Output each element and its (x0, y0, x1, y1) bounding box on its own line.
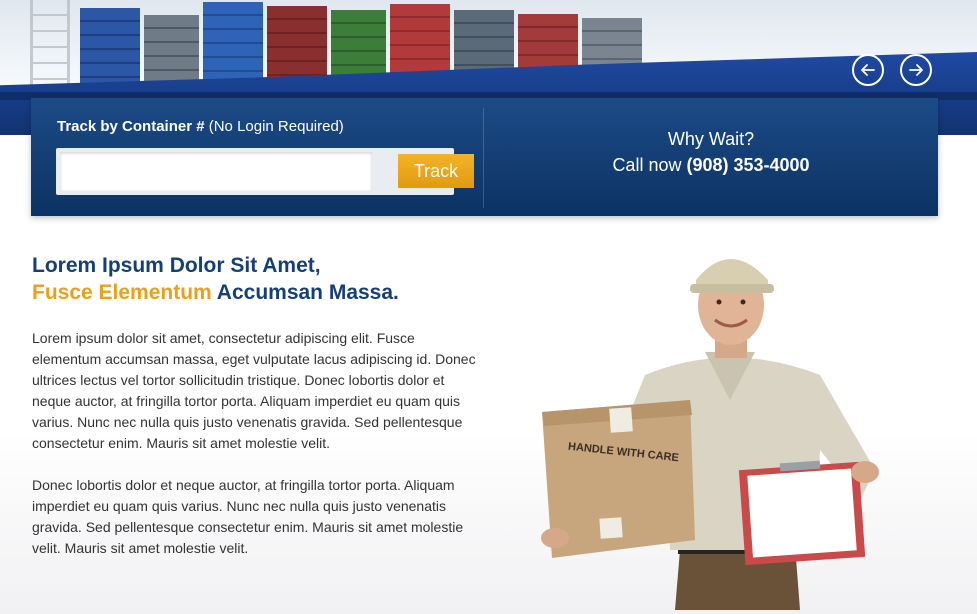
arrow-right-icon (909, 64, 923, 76)
phone-number: (908) 353-4000 (686, 155, 810, 175)
contact-callout: Why Wait? Call now (908) 353-4000 (484, 98, 938, 216)
track-input-group: Track (56, 148, 474, 195)
headline-rest: Accumsan Massa. (211, 281, 399, 304)
page-headline: Lorem Ipsum Dolor Sit Amet, Fusce Elemen… (32, 252, 482, 306)
track-panel: Track by Container # (No Login Required)… (31, 98, 938, 216)
courier-photo: HANDLE WITH CARE (541, 259, 879, 610)
call-now-text: Call now (908) 353-4000 (484, 155, 938, 176)
track-form: Track by Container # (No Login Required)… (31, 98, 483, 216)
intro-content: Lorem Ipsum Dolor Sit Amet, Fusce Elemen… (32, 252, 482, 559)
prev-slide-button[interactable] (852, 54, 884, 86)
headline-accent: Fusce Elementum (32, 281, 212, 304)
track-button[interactable]: Track (398, 154, 474, 188)
track-label: Track by Container # (No Login Required) (57, 118, 344, 135)
container-number-input[interactable] (60, 152, 372, 191)
intro-paragraph-1: Lorem ipsum dolor sit amet, consectetur … (32, 330, 476, 451)
track-label-bold: Track by Container # (57, 118, 205, 135)
arrow-left-icon (861, 64, 875, 76)
track-label-rest: (No Login Required) (204, 118, 344, 135)
crane-illustration (30, 0, 70, 95)
next-slide-button[interactable] (900, 54, 932, 86)
why-wait-text: Why Wait? (667, 129, 755, 149)
call-now-prefix: Call now (612, 155, 687, 175)
clipboard (738, 460, 866, 566)
intro-paragraph-2: Donec lobortis dolor et neque auctor, at… (32, 477, 464, 556)
headline-line1: Lorem Ipsum Dolor Sit Amet, (32, 254, 321, 277)
